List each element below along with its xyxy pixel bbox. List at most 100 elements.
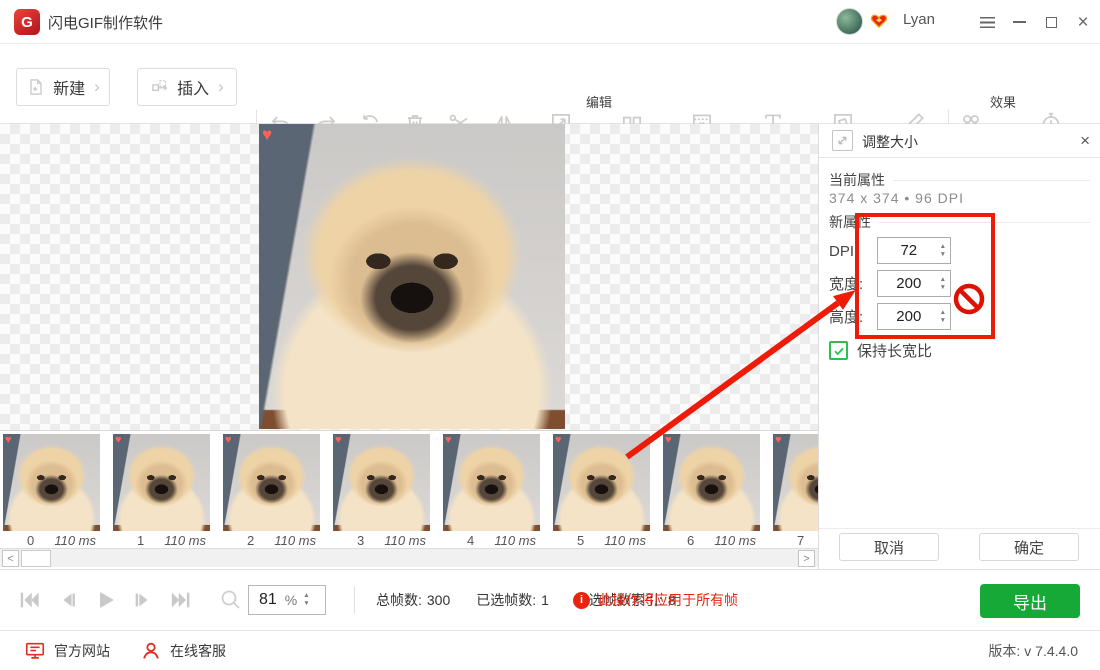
zoom-input[interactable]: 81 % [248, 585, 326, 615]
spin-down-icon[interactable] [940, 285, 946, 291]
menu-button[interactable] [972, 0, 1002, 44]
online-support-link[interactable]: 在线客服 [140, 631, 226, 670]
frame-thumbnail[interactable] [773, 434, 818, 531]
official-website-link[interactable]: 官方网站 [24, 631, 110, 670]
dpi-label: DPI： [829, 240, 877, 261]
version-value: v 7.4.4.0 [1024, 643, 1078, 659]
resize-panel: 调整大小 当前属性 374 x 374 • 96 DPI 新属性 DPI： 72… [818, 124, 1100, 570]
play-icon[interactable] [92, 588, 118, 612]
frame-thumbnail[interactable] [223, 434, 320, 531]
current-props-label: 当前属性 [829, 170, 885, 190]
filmstrip-scrollbar[interactable]: < > [0, 548, 818, 567]
insert-button-label: 插入 [177, 75, 209, 99]
frame-index: 4 [467, 533, 474, 548]
watermark-heart-icon [555, 435, 562, 446]
frame-item[interactable]: 1110 ms [113, 434, 210, 548]
spin-up-icon[interactable] [940, 244, 946, 250]
dpi-spinner[interactable] [940, 244, 950, 258]
canvas-area[interactable] [0, 124, 818, 430]
panel-divider [819, 528, 1100, 529]
frame-index: 3 [357, 533, 364, 548]
first-frame-icon[interactable] [16, 589, 42, 611]
watermark-heart-icon [5, 435, 12, 446]
panel-title: 调整大小 [862, 132, 918, 152]
online-support-label: 在线客服 [170, 641, 226, 661]
minimize-icon [1013, 21, 1026, 23]
spin-up-icon[interactable] [940, 310, 946, 316]
watermark-heart-icon [115, 435, 122, 446]
last-frame-icon[interactable] [168, 589, 194, 611]
keep-ratio-row: 保持长宽比 [829, 340, 932, 361]
width-field-row: 宽度: 200 [829, 270, 951, 297]
current-props-section: 当前属性 [829, 170, 1090, 190]
height-input[interactable]: 200 [877, 303, 951, 330]
frame-thumbnail[interactable] [553, 434, 650, 531]
width-spinner[interactable] [940, 277, 950, 291]
frame-thumbnail[interactable] [663, 434, 760, 531]
close-button[interactable] [1068, 0, 1098, 44]
username[interactable]: Lyan [903, 11, 935, 28]
check-icon [833, 345, 845, 357]
user-avatar[interactable] [836, 8, 863, 35]
frame-item[interactable]: 3110 ms [333, 434, 430, 548]
cancel-button[interactable]: 取消 [839, 533, 939, 561]
frame-index: 2 [247, 533, 254, 548]
export-button[interactable]: 导出 [980, 584, 1080, 618]
frame-item[interactable]: 4110 ms [443, 434, 540, 548]
scrollbar-thumb[interactable] [21, 550, 51, 567]
frame-thumbnail[interactable] [333, 434, 430, 531]
height-value: 200 [878, 308, 940, 325]
scroll-right-button[interactable]: > [798, 550, 815, 567]
frame-thumbnail[interactable] [443, 434, 540, 531]
frame-index: 0 [27, 533, 34, 548]
total-frames-stat: 总帧数: 300 [376, 590, 450, 610]
warning-text: 此操作将应用于所有帧 [598, 590, 738, 610]
next-frame-icon[interactable] [131, 589, 155, 611]
zoom-magnifier-icon [219, 588, 243, 612]
frame-item[interactable]: 6 110 ms [663, 434, 760, 548]
frame-item[interactable]: 5110 ms [553, 434, 650, 548]
scroll-left-button[interactable]: < [2, 550, 19, 567]
monitor-icon [24, 640, 46, 662]
width-input[interactable]: 200 [877, 270, 951, 297]
maximize-button[interactable] [1036, 0, 1066, 44]
statusbar-divider [354, 586, 355, 614]
frame-delay: 110 ms [714, 533, 756, 548]
ok-button[interactable]: 确定 [979, 533, 1079, 561]
new-button[interactable]: 新建 [16, 68, 110, 106]
total-frames-label: 总帧数: [376, 590, 422, 610]
frame-thumbnail[interactable] [3, 434, 100, 531]
main-frame-image[interactable] [259, 124, 565, 429]
height-spinner[interactable] [940, 310, 950, 324]
frame-item[interactable]: 0110 ms [3, 434, 100, 548]
minimize-button[interactable] [1004, 0, 1034, 44]
frame-thumbnail[interactable] [113, 434, 210, 531]
watermark-heart-icon [335, 435, 342, 446]
width-label: 宽度: [829, 273, 877, 294]
insert-button[interactable]: 插入 [137, 68, 237, 106]
watermark-heart-icon [775, 435, 782, 446]
prev-frame-icon[interactable] [55, 589, 79, 611]
apply-all-warning: 此操作将应用于所有帧 [573, 570, 738, 630]
new-props-section: 新属性 [829, 212, 1090, 232]
frame-item[interactable]: 7110 ms [773, 434, 818, 548]
spin-down-icon[interactable] [940, 318, 946, 324]
spin-up-icon[interactable] [303, 593, 309, 599]
frame-index: 6 [687, 533, 694, 548]
panel-close-icon[interactable] [1080, 131, 1090, 151]
current-props-value: 374 x 374 • 96 DPI [829, 190, 964, 206]
hamburger-icon [980, 17, 995, 28]
playback-controls [16, 570, 194, 630]
watermark-heart-icon [445, 435, 452, 446]
spin-up-icon[interactable] [940, 277, 946, 283]
keep-ratio-checkbox[interactable] [829, 341, 848, 360]
panel-header: 调整大小 [819, 124, 1100, 158]
frame-item[interactable]: 2110 ms [223, 434, 320, 548]
zoom-spinner[interactable] [303, 593, 313, 607]
maximize-icon [1046, 17, 1057, 28]
vip-badge-icon [870, 13, 888, 29]
spin-down-icon[interactable] [303, 601, 309, 607]
dpi-input[interactable]: 72 [877, 237, 951, 264]
zoom-value: 81 [259, 591, 277, 609]
spin-down-icon[interactable] [940, 252, 946, 258]
